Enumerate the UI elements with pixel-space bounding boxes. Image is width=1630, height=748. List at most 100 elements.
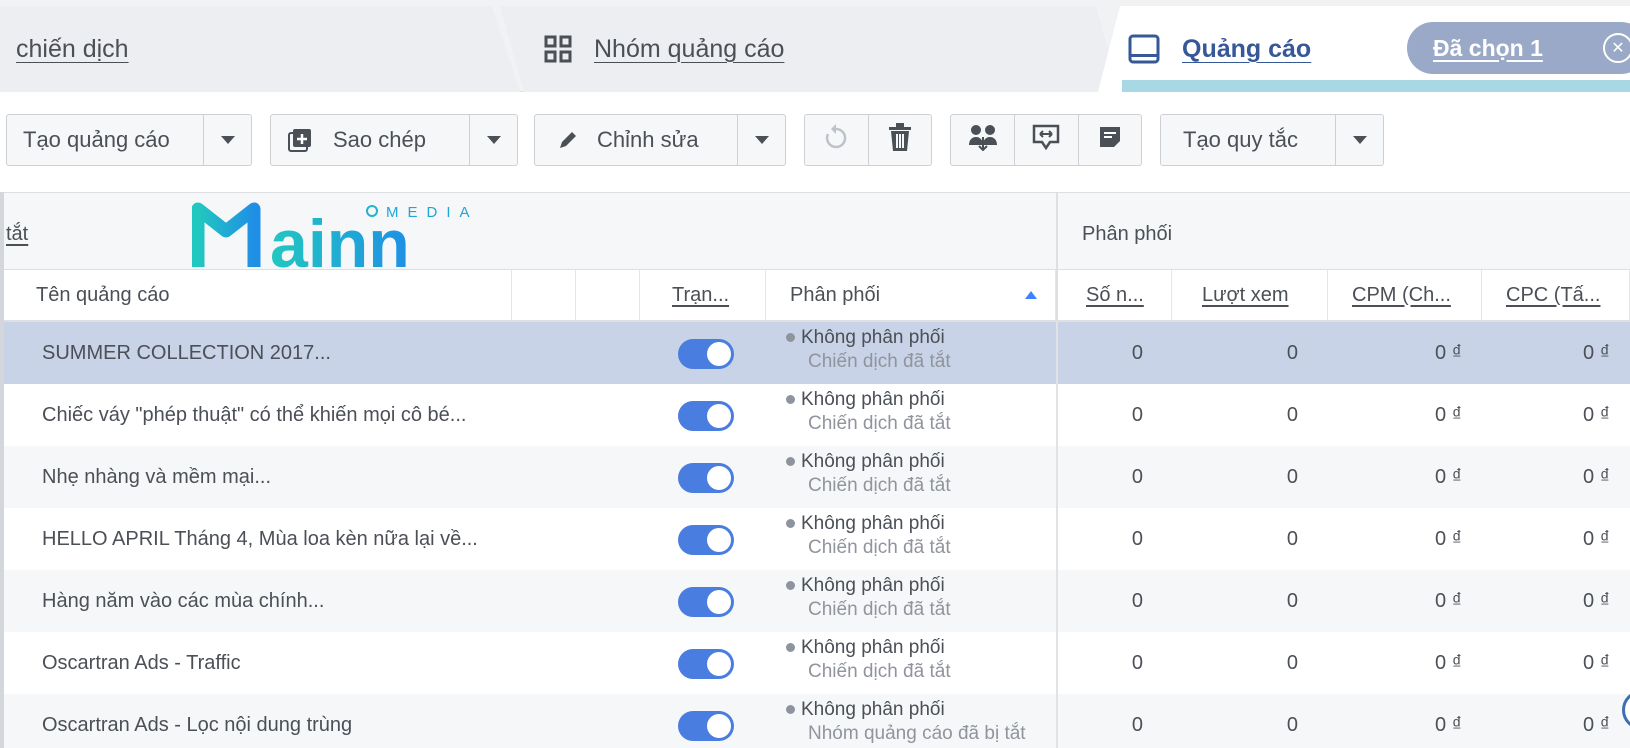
col-header-blank-2 [576, 270, 640, 320]
reach-value: 0 [1131, 527, 1143, 550]
col-header-blank-1 [512, 270, 576, 320]
col-header-views-label: Lượt xem [1202, 283, 1289, 306]
selected-count-pill[interactable]: Đã chọn 1 ✕ [1407, 22, 1630, 74]
views-value: 0 [1286, 403, 1298, 426]
reach-value: 0 [1131, 589, 1143, 612]
table-row[interactable]: Hàng năm vào các mùa chính... Không phân… [4, 570, 1630, 632]
ad-name[interactable]: Nhẹ nhàng và mềm mại... [42, 446, 512, 508]
table-row[interactable]: HELLO APRIL Tháng 4, Mùa loa kèn nữa lại… [4, 508, 1630, 570]
edit-button[interactable]: Chỉnh sửa [534, 114, 786, 166]
status-toggle[interactable] [678, 463, 734, 493]
toggle-knob [707, 404, 731, 428]
col-header-cpm[interactable]: CPM (Ch... [1328, 270, 1482, 320]
ad-name[interactable]: Oscartran Ads - Lọc nội dung trùng [42, 694, 512, 748]
col-header-cpc[interactable]: CPC (Tấ... [1482, 270, 1630, 320]
duplicate-button[interactable]: Sao chép [270, 114, 518, 166]
tab-campaigns[interactable]: chiến dịch [0, 6, 520, 92]
delivery-status: Không phân phối Chiến dịch đã tắt [786, 574, 1056, 622]
create-rule-button[interactable]: Tạo quy tắc [1160, 114, 1384, 166]
ad-name[interactable]: Hàng năm vào các mùa chính... [42, 570, 512, 632]
delivery-label: Không phân phối [801, 389, 945, 410]
ad-name[interactable]: Oscartran Ads - Traffic [42, 632, 512, 694]
col-header-reach[interactable]: Số n... [1056, 270, 1172, 320]
status-dot-icon [786, 395, 795, 405]
revert-button[interactable] [805, 115, 868, 165]
table-row[interactable]: Chiếc váy "phép thuật" có thể khiến mọi … [4, 384, 1630, 446]
cpm-value: 0 ₫ [1435, 465, 1462, 488]
extra-actions-group [950, 114, 1142, 166]
toggle-knob [707, 342, 731, 366]
column-group-delivery-label: Phân phối [1082, 223, 1173, 245]
cpc-value: 0 ₫ [1583, 713, 1610, 736]
active-tab-indicator [1122, 80, 1630, 92]
col-header-name-label: Tên quảng cáo [36, 283, 170, 306]
cpc-value: 0 ₫ [1583, 527, 1610, 550]
preview-button[interactable] [1014, 115, 1077, 165]
column-group-left: tắt [4, 193, 1054, 270]
cpm-value: 0 ₫ [1435, 713, 1462, 736]
col-header-delivery[interactable]: Phân phối [766, 270, 1056, 320]
chevron-down-icon [220, 136, 235, 144]
delivery-status: Không phân phối Chiến dịch đã tắt [786, 326, 1056, 374]
views-value: 0 [1286, 651, 1298, 674]
views-value: 0 [1286, 527, 1298, 550]
svg-text:MEDIA: MEDIA [386, 204, 479, 221]
column-group-left-label[interactable]: tắt [6, 223, 28, 246]
reach-value: 0 [1131, 465, 1143, 488]
table-row[interactable]: Nhẹ nhàng và mềm mại... Không phân phối … [4, 446, 1630, 508]
views-value: 0 [1286, 589, 1298, 612]
ad-name[interactable]: HELLO APRIL Tháng 4, Mùa loa kèn nữa lại… [42, 508, 512, 570]
revert-icon [823, 123, 849, 157]
edit-dropdown[interactable] [737, 115, 785, 165]
status-toggle[interactable] [678, 401, 734, 431]
toggle-knob [707, 714, 731, 738]
delivery-label: Không phân phối [801, 513, 945, 534]
col-header-views[interactable]: Lượt xem [1172, 270, 1328, 320]
status-toggle[interactable] [678, 587, 734, 617]
status-toggle[interactable] [678, 525, 734, 555]
users-split-icon [968, 123, 998, 157]
create-ad-dropdown[interactable] [203, 115, 251, 165]
delivery-status: Không phân phối Chiến dịch đã tắt [786, 636, 1056, 684]
delivery-sublabel: Chiến dịch đã tắt [808, 661, 951, 682]
edit-segment: Chỉnh sửa [535, 115, 737, 165]
table-row[interactable]: SUMMER COLLECTION 2017... Không phân phố… [4, 322, 1630, 384]
notes-button[interactable] [1077, 115, 1141, 165]
table-row[interactable]: Oscartran Ads - Traffic Không phân phối … [4, 632, 1630, 694]
create-rule-dropdown[interactable] [1335, 115, 1383, 165]
col-header-name[interactable]: Tên quảng cáo [4, 270, 512, 320]
ads-table: tắt Phân phối ainn MEDIA Tên quảng cáo T… [0, 192, 1630, 748]
cpm-value: 0 ₫ [1435, 403, 1462, 426]
delivery-label: Không phân phối [801, 637, 945, 658]
cpc-value: 0 ₫ [1583, 651, 1610, 674]
ad-name[interactable]: Chiếc váy "phép thuật" có thể khiến mọi … [42, 384, 512, 446]
close-icon[interactable]: ✕ [1603, 33, 1630, 63]
status-toggle[interactable] [678, 711, 734, 741]
views-value: 0 [1286, 713, 1298, 736]
delivery-sublabel: Nhóm quảng cáo đã bị tắt [808, 723, 1026, 744]
col-header-cpm-label: CPM (Ch... [1352, 283, 1451, 306]
tab-adsets[interactable]: Nhóm quảng cáo [500, 6, 1120, 92]
create-ad-button[interactable]: Tạo quảng cáo [6, 114, 252, 166]
toggle-knob [707, 652, 731, 676]
duplicate-dropdown[interactable] [469, 115, 517, 165]
status-toggle[interactable] [678, 649, 734, 679]
reach-value: 0 [1131, 341, 1143, 364]
chevron-down-icon [1352, 136, 1367, 144]
table-row[interactable]: Oscartran Ads - Lọc nội dung trùng Không… [4, 694, 1630, 748]
create-rule-label: Tạo quy tắc [1183, 127, 1298, 152]
delivery-status: Không phân phối Chiến dịch đã tắt [786, 450, 1056, 498]
reach-value: 0 [1131, 713, 1143, 736]
col-header-status[interactable]: Trạn... [640, 270, 766, 320]
ab-test-button[interactable] [951, 115, 1014, 165]
ad-name[interactable]: SUMMER COLLECTION 2017... [42, 322, 512, 384]
delivery-sublabel: Chiến dịch đã tắt [808, 351, 951, 372]
delete-button[interactable] [867, 115, 931, 165]
status-toggle[interactable] [678, 339, 734, 369]
status-dot-icon [786, 519, 795, 529]
grid-icon [544, 35, 572, 63]
views-value: 0 [1286, 341, 1298, 364]
level-tabs-bar: chiến dịch Nhóm quảng cáo Quảng cáo Đã c… [0, 0, 1630, 92]
duplicate-segment: Sao chép [271, 115, 469, 165]
cpm-value: 0 ₫ [1435, 341, 1462, 364]
